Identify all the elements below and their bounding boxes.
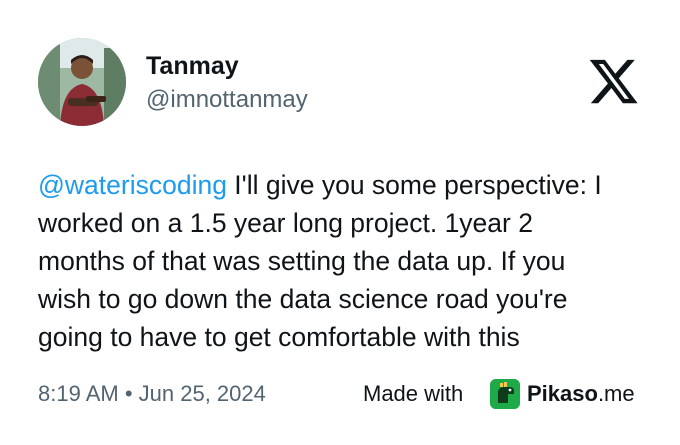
tweet-text: @wateriscoding I'll give you some perspe… (38, 166, 648, 356)
tweet-line-text: I'll give you some perspective: I (226, 170, 602, 200)
tweet-card: Tanmay @imnottanmay @wateriscoding I'll … (0, 0, 680, 445)
user-handle[interactable]: @imnottanmay (146, 86, 308, 114)
tweet-line: months of that was setting the data up. … (38, 246, 566, 276)
tweet-timestamp[interactable]: 8:19 AM • Jun 25, 2024 (38, 381, 266, 407)
tweet-line: wish to go down the data science road yo… (38, 284, 568, 314)
pikaso-brand-bold: Pikaso (527, 381, 598, 406)
display-name[interactable]: Tanmay (146, 52, 239, 81)
pikaso-brand[interactable]: Pikaso.me (527, 381, 635, 407)
tweet-line: worked on a 1.5 year long project. 1year… (38, 208, 533, 238)
pikaso-dinosaur-icon (490, 379, 520, 409)
avatar-image (38, 38, 126, 126)
tweet-line: @wateriscoding I'll give you some perspe… (38, 166, 648, 204)
made-with-label: Made with (363, 381, 464, 406)
x-logo-icon[interactable] (588, 55, 640, 107)
mention-link[interactable]: @wateriscoding (38, 170, 227, 200)
avatar[interactable] (38, 38, 126, 126)
tweet-line: going to have to get comfortable with th… (38, 322, 520, 352)
pikaso-brand-suffix: .me (597, 381, 635, 406)
